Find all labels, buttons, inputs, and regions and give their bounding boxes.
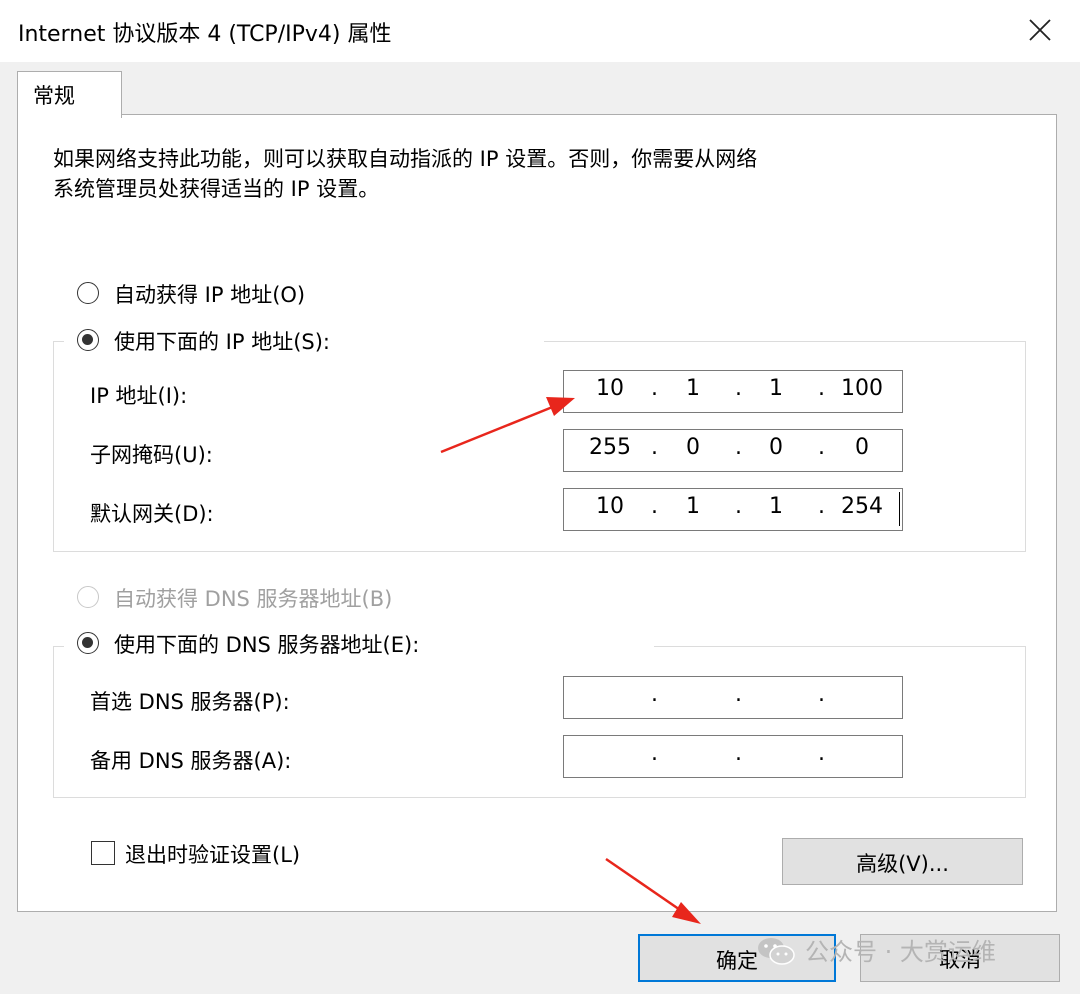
close-icon (1029, 19, 1051, 41)
description-line-1: 如果网络支持此功能，则可以获取自动指派的 IP 设置。否则，你需要从网络 (53, 147, 758, 171)
octet-separator: . (735, 682, 742, 707)
octet-separator: . (651, 494, 658, 519)
default-gateway-octet-1: 10 (596, 494, 624, 519)
radio-auto-ip-label: 自动获得 IP 地址(O) (114, 283, 306, 307)
default-gateway-octet-2: 1 (686, 494, 700, 519)
subnet-mask-octet-3: 0 (769, 435, 783, 460)
octet-separator: . (818, 494, 825, 519)
ip-address-label: IP 地址(I): (90, 384, 188, 408)
close-button[interactable] (1012, 6, 1068, 54)
octet-separator: . (818, 435, 825, 460)
radio-manual-dns-indicator (77, 632, 99, 654)
validate-on-exit-box (91, 841, 115, 865)
title-bar: Internet 协议版本 4 (TCP/IPv4) 属性 (0, 0, 1080, 62)
tab-general[interactable]: 常规 (17, 71, 122, 118)
advanced-button-label: 高级(V)... (856, 852, 949, 876)
octet-separator: . (818, 376, 825, 401)
alternate-dns-label: 备用 DNS 服务器(A): (90, 749, 292, 773)
radio-manual-ip-indicator (77, 329, 99, 351)
ip-address-octet-4: 100 (841, 376, 883, 401)
ip-address-octet-1: 10 (596, 376, 624, 401)
tab-general-label: 常规 (33, 84, 75, 108)
octet-separator: . (735, 741, 742, 766)
octet-separator: . (818, 741, 825, 766)
subnet-mask-octet-4: 0 (855, 435, 869, 460)
octet-separator: . (651, 376, 658, 401)
subnet-mask-octet-1: 255 (589, 435, 631, 460)
radio-auto-ip-indicator (77, 282, 99, 304)
radio-auto-dns-label: 自动获得 DNS 服务器地址(B) (114, 587, 393, 611)
validate-on-exit-label: 退出时验证设置(L) (125, 843, 301, 867)
octet-separator: . (651, 741, 658, 766)
ok-button-label: 确定 (716, 949, 758, 973)
default-gateway-octet-4: 254 (841, 494, 883, 519)
radio-manual-ip-label: 使用下面的 IP 地址(S): (114, 330, 330, 354)
advanced-button[interactable]: 高级(V)... (782, 838, 1023, 885)
window-title: Internet 协议版本 4 (TCP/IPv4) 属性 (18, 22, 392, 47)
subnet-mask-label: 子网掩码(U): (90, 443, 213, 467)
octet-separator: . (818, 682, 825, 707)
wechat-icon (758, 938, 795, 965)
watermark-text: 公众号 · 大赏运维 (805, 938, 996, 966)
preferred-dns-label: 首选 DNS 服务器(P): (90, 690, 290, 714)
ip-address-input[interactable]: 10 . 1 . 1 . 100 (563, 370, 903, 413)
octet-separator: . (735, 435, 742, 460)
subnet-mask-octet-2: 0 (686, 435, 700, 460)
default-gateway-label: 默认网关(D): (90, 502, 214, 526)
text-caret (899, 492, 900, 526)
default-gateway-octet-3: 1 (769, 494, 783, 519)
octet-separator: . (735, 494, 742, 519)
ip-address-octet-3: 1 (769, 376, 783, 401)
radio-auto-dns-indicator (77, 586, 99, 608)
subnet-mask-input[interactable]: 255 . 0 . 0 . 0 (563, 429, 903, 472)
radio-manual-dns-label: 使用下面的 DNS 服务器地址(E): (114, 633, 420, 657)
octet-separator: . (651, 435, 658, 460)
ip-address-octet-2: 1 (686, 376, 700, 401)
default-gateway-input[interactable]: 10 . 1 . 1 . 254 (563, 488, 903, 531)
octet-separator: . (735, 376, 742, 401)
alternate-dns-input[interactable]: . . . (563, 735, 903, 778)
preferred-dns-input[interactable]: . . . (563, 676, 903, 719)
description-line-2: 系统管理员处获得适当的 IP 设置。 (53, 177, 380, 201)
octet-separator: . (651, 682, 658, 707)
